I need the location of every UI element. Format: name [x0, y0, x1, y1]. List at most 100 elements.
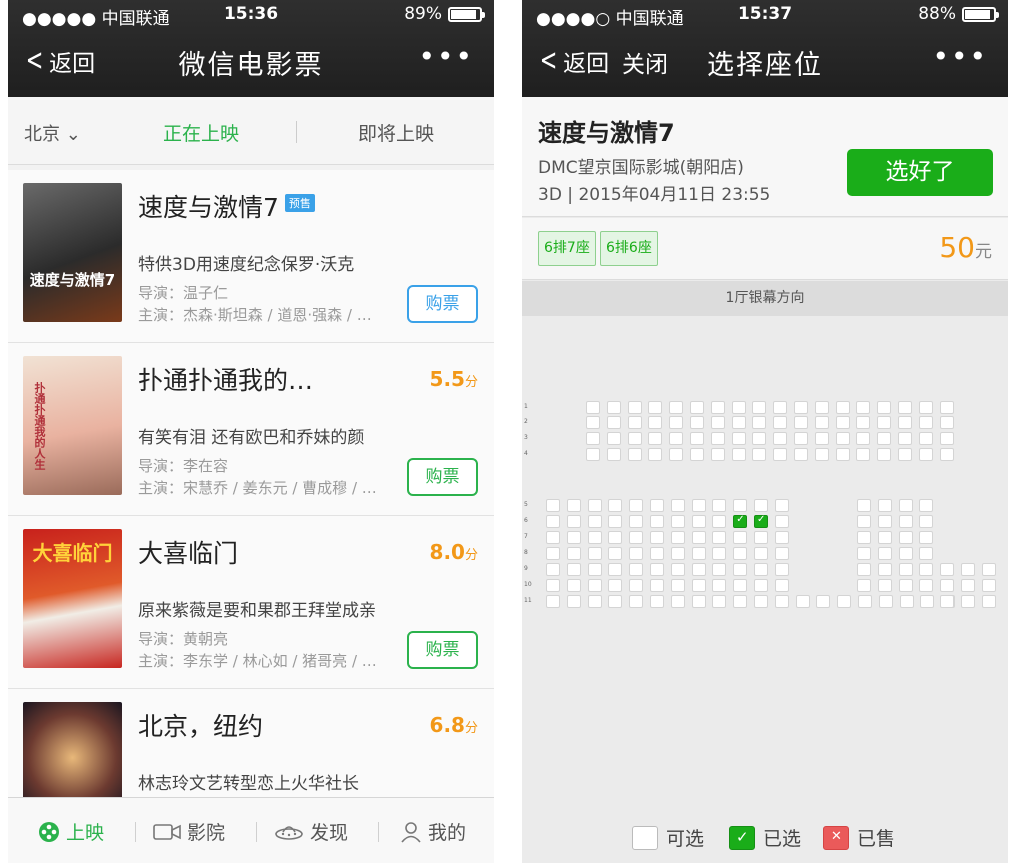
seat[interactable] [774, 595, 789, 608]
seat[interactable] [940, 595, 954, 608]
seat[interactable] [712, 595, 727, 608]
seat[interactable] [691, 579, 706, 592]
seat[interactable] [919, 499, 934, 512]
seat[interactable] [835, 448, 850, 461]
seat[interactable] [627, 448, 642, 461]
seat[interactable] [752, 401, 767, 414]
seat[interactable] [774, 531, 789, 544]
seat[interactable] [918, 432, 933, 445]
seat[interactable] [608, 563, 623, 576]
seat[interactable] [919, 563, 934, 576]
seat[interactable] [794, 448, 808, 461]
seat[interactable] [627, 432, 642, 445]
seat-selected[interactable] [733, 514, 748, 528]
nav-mine[interactable]: 我的 [400, 818, 466, 845]
seat[interactable] [856, 401, 871, 414]
buy-ticket-button[interactable]: 购票 [407, 285, 478, 323]
seat[interactable] [754, 531, 768, 544]
seat[interactable] [669, 416, 684, 429]
seat[interactable] [733, 579, 748, 592]
seat[interactable] [669, 432, 684, 445]
seat[interactable] [856, 416, 871, 429]
seat[interactable] [670, 563, 685, 576]
seat[interactable] [566, 579, 581, 592]
seat[interactable] [648, 432, 663, 445]
seat[interactable] [546, 499, 560, 512]
seat[interactable] [546, 563, 560, 576]
seat[interactable] [919, 531, 934, 544]
seat[interactable] [712, 563, 727, 576]
seat[interactable] [546, 531, 560, 544]
seat[interactable] [981, 595, 996, 608]
seat[interactable] [546, 515, 560, 528]
seat[interactable] [691, 531, 706, 544]
seat[interactable] [712, 515, 727, 528]
seat[interactable] [774, 579, 789, 592]
selected-seat-chip[interactable]: 6排6座 [600, 231, 658, 266]
seat[interactable] [690, 416, 704, 429]
seat[interactable] [835, 416, 850, 429]
seat[interactable] [587, 499, 602, 512]
list-item[interactable]: 速度与激情7 速度与激情7 预售 特供3D用速度纪念保罗·沃克 导演：温子仁 主演… [8, 170, 494, 343]
more-button[interactable]: ••• [418, 40, 474, 73]
seat[interactable] [566, 531, 581, 544]
seat[interactable] [733, 547, 748, 560]
buy-ticket-button[interactable]: 购票 [407, 458, 478, 496]
seat[interactable] [627, 401, 642, 414]
seat[interactable] [754, 595, 768, 608]
seat[interactable] [877, 547, 892, 560]
seat[interactable] [752, 432, 767, 445]
seat[interactable] [731, 448, 746, 461]
city-selector[interactable]: 北京 ⌄ [24, 120, 81, 146]
seat[interactable] [629, 563, 644, 576]
seat[interactable] [566, 515, 581, 528]
seat[interactable] [606, 448, 621, 461]
seat[interactable] [939, 432, 954, 445]
seat[interactable] [691, 563, 706, 576]
seat[interactable] [650, 579, 664, 592]
seat[interactable] [939, 401, 954, 414]
seat[interactable] [587, 579, 602, 592]
seat[interactable] [856, 448, 871, 461]
seat[interactable] [608, 499, 623, 512]
tab-coming-soon[interactable]: 即将上映 [358, 119, 434, 146]
seat[interactable] [981, 579, 996, 592]
seat[interactable] [795, 595, 810, 608]
seat[interactable] [877, 579, 892, 592]
seat[interactable] [794, 432, 808, 445]
seat[interactable] [898, 401, 912, 414]
seat[interactable] [608, 579, 623, 592]
seat[interactable] [586, 416, 600, 429]
seat[interactable] [919, 515, 934, 528]
seat[interactable] [587, 515, 602, 528]
seat[interactable] [733, 563, 748, 576]
seat[interactable] [608, 531, 623, 544]
seat[interactable] [856, 432, 871, 445]
seat[interactable] [650, 595, 664, 608]
seat[interactable] [587, 563, 602, 576]
seat[interactable] [731, 432, 746, 445]
seat[interactable] [629, 595, 644, 608]
seat[interactable] [710, 432, 725, 445]
seat[interactable] [606, 416, 621, 429]
seat[interactable] [546, 579, 560, 592]
seat[interactable] [629, 515, 644, 528]
seat[interactable] [898, 563, 913, 576]
seat[interactable] [754, 579, 768, 592]
seat[interactable] [940, 579, 955, 592]
seat[interactable] [752, 448, 767, 461]
seat[interactable] [920, 595, 935, 608]
seat[interactable] [691, 595, 706, 608]
seat[interactable] [878, 595, 893, 608]
seat[interactable] [608, 515, 623, 528]
seat[interactable] [857, 563, 871, 576]
seat[interactable] [731, 401, 746, 414]
seat[interactable] [566, 547, 581, 560]
seat[interactable] [961, 563, 975, 576]
seat[interactable] [690, 448, 704, 461]
nav-cinema[interactable]: 影院 [153, 818, 225, 845]
seat[interactable] [837, 595, 852, 608]
seat[interactable] [710, 401, 725, 414]
seat[interactable] [587, 595, 602, 608]
nav-showing[interactable]: 上映 [38, 818, 104, 845]
